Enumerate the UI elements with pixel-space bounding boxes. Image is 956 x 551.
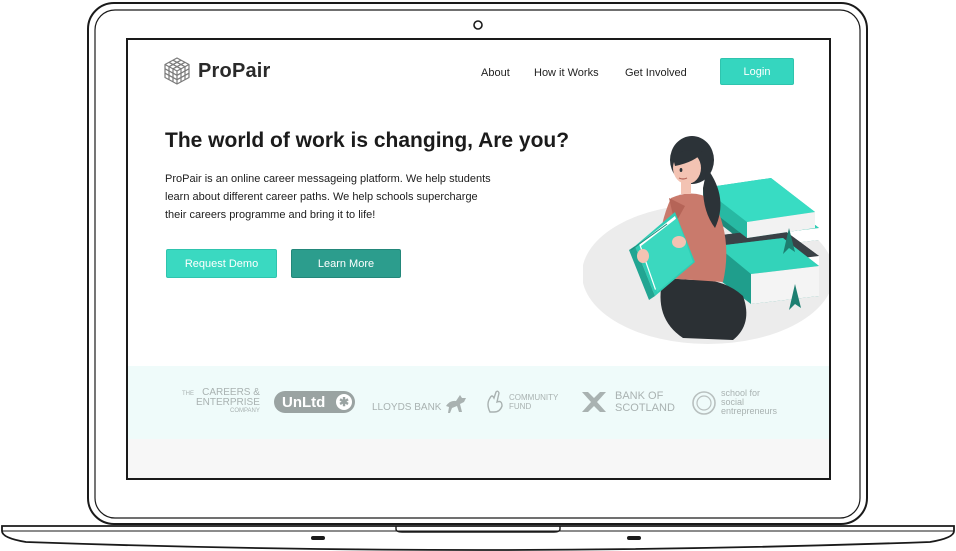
- partner-careers-small-top: THE: [182, 391, 194, 397]
- hero-title: The world of work is changing, Are you?: [165, 129, 570, 152]
- brand-logo[interactable]: ProPair: [164, 57, 271, 85]
- saltire-icon: [582, 392, 606, 412]
- partner-community-line2: FUND: [509, 402, 532, 411]
- partner-bank-of-scotland-logo: BANK OF SCOTLAND: [579, 390, 675, 414]
- partner-unltd-label: UnLtd: [282, 393, 326, 411]
- horse-icon: [446, 395, 467, 413]
- partner-community-line1: COMMUNITY: [509, 393, 559, 402]
- hero-description: ProPair is an online career messageing p…: [165, 170, 555, 224]
- unltd-pill: UnLtd ✱: [274, 391, 355, 413]
- partner-bos-line2: SCOTLAND: [615, 402, 675, 414]
- learn-more-button[interactable]: Learn More: [291, 249, 401, 278]
- star-icon: ✱: [336, 394, 352, 410]
- hero-description-line: their careers programme and bring it to …: [165, 209, 376, 221]
- partner-lloyds-logo: LLOYDS BANK: [372, 392, 468, 414]
- brand-name: ProPair: [198, 59, 271, 82]
- partner-logos-band: THE CAREERS & ENTERPRISE COMPANY UnLtd ✱…: [128, 366, 829, 439]
- ring-icon: [692, 390, 716, 415]
- partner-unltd-logo: UnLtd ✱: [274, 391, 355, 413]
- login-button[interactable]: Login: [720, 58, 794, 85]
- nav-link-about[interactable]: About: [481, 67, 510, 79]
- partner-bos-line1: BANK OF: [615, 390, 664, 402]
- nav-link-get-involved[interactable]: Get Involved: [625, 67, 687, 79]
- crossed-fingers-icon: [487, 390, 503, 413]
- reading-girl-illustration: [583, 136, 829, 344]
- request-demo-button[interactable]: Request Demo: [166, 249, 277, 278]
- cube-grid-icon: [164, 57, 190, 85]
- partner-sse-line3: entrepreneurs: [721, 406, 778, 416]
- hero-description-line: learn about different career paths. We h…: [165, 191, 478, 203]
- top-nav: ProPair About How it Works Get Involved …: [128, 40, 829, 106]
- hero-description-line: ProPair is an online career messageing p…: [165, 173, 491, 185]
- partner-careers-line2: ENTERPRISE: [196, 397, 260, 408]
- partner-sse-logo: school for social entrepreneurs: [691, 389, 777, 416]
- nav-link-how-it-works[interactable]: How it Works: [534, 67, 599, 79]
- partner-careers-enterprise-logo: THE CAREERS & ENTERPRISE COMPANY: [182, 388, 260, 415]
- partner-lloyds-label: LLOYDS BANK: [372, 402, 442, 413]
- browser-screen: ProPair About How it Works Get Involved …: [128, 40, 829, 478]
- partner-careers-small-bottom: COMPANY: [230, 408, 260, 414]
- partner-community-fund-logo: COMMUNITY FUND: [484, 390, 558, 414]
- lower-section: [128, 439, 829, 478]
